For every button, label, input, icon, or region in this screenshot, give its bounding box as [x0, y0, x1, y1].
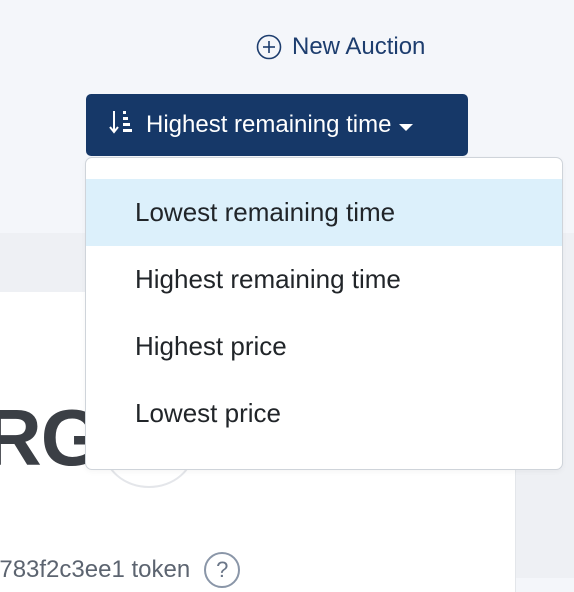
- sort-option-lowest-price[interactable]: Lowest price: [86, 380, 562, 447]
- sort-option-label: Highest remaining time: [135, 264, 401, 294]
- sort-option-highest-price[interactable]: Highest price: [86, 313, 562, 380]
- sort-option-label: Lowest price: [135, 398, 281, 428]
- sort-button-label: Highest remaining time: [146, 111, 392, 138]
- caret-down-icon: [399, 123, 414, 131]
- sort-option-label: Highest price: [135, 331, 287, 361]
- token-info: 2783f2c3ee1 token ?: [0, 552, 241, 588]
- new-auction-link[interactable]: New Auction: [256, 31, 425, 63]
- sort-option-lowest-remaining-time[interactable]: Lowest remaining time: [86, 179, 562, 246]
- new-auction-label: New Auction: [292, 33, 426, 60]
- sort-dropdown-menu: Lowest remaining time Highest remaining …: [85, 157, 563, 470]
- token-text: 2783f2c3ee1 token: [0, 556, 191, 583]
- sort-option-highest-remaining-time[interactable]: Highest remaining time: [86, 246, 562, 313]
- plus-circle-icon: [256, 34, 282, 60]
- help-icon[interactable]: ?: [204, 552, 241, 588]
- sort-option-label: Lowest remaining time: [135, 197, 396, 227]
- sort-dropdown-button[interactable]: Highest remaining time: [86, 94, 468, 156]
- sort-amount-down-icon: [108, 108, 136, 138]
